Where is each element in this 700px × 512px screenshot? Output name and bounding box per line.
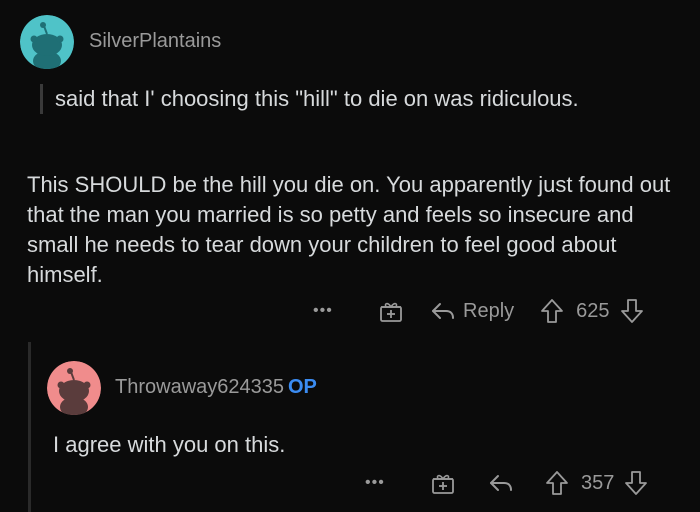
gift-icon [380, 302, 402, 322]
reply-username: Throwaway624335 OP [115, 376, 317, 399]
snoo-avatar-icon [20, 15, 74, 69]
reply-arrow-icon [432, 303, 454, 319]
downvote-button[interactable] [620, 298, 644, 324]
upvote-arrow-icon [546, 471, 568, 495]
quoted-text: said that I' choosing this "hill" to die… [40, 84, 685, 114]
reply-actions: ••• 357 [365, 468, 648, 498]
downvote-arrow-icon [625, 471, 648, 495]
gift-icon [432, 474, 454, 494]
reply-button[interactable] [489, 473, 513, 493]
reply-arrow-icon [490, 475, 512, 491]
reply-button[interactable]: Reply [431, 300, 514, 323]
more-options-button[interactable]: ••• [313, 302, 347, 320]
vote-count: 625 [576, 299, 610, 322]
upvote-button[interactable] [540, 298, 564, 324]
thread-line[interactable] [28, 342, 31, 512]
vote-count: 357 [581, 471, 615, 494]
upvote-button[interactable] [545, 470, 569, 496]
upvote-arrow-icon [541, 299, 564, 323]
downvote-button[interactable] [624, 470, 648, 496]
comment-actions: ••• Reply 625 [313, 296, 644, 326]
avatar[interactable] [47, 361, 101, 415]
reply-username-text[interactable]: Throwaway624335 [115, 376, 284, 398]
snoo-avatar-icon [47, 361, 101, 415]
award-button[interactable] [379, 299, 403, 323]
award-button[interactable] [431, 471, 455, 495]
more-options-button[interactable]: ••• [365, 474, 399, 492]
reply-body: I agree with you on this. [53, 432, 286, 457]
op-badge: OP [288, 376, 317, 398]
comment-body: This SHOULD be the hill you die on. You … [27, 172, 671, 287]
avatar[interactable] [20, 15, 74, 69]
downvote-arrow-icon [620, 299, 643, 323]
comment-username[interactable]: SilverPlantains [89, 30, 221, 53]
reply-label: Reply [463, 299, 515, 322]
